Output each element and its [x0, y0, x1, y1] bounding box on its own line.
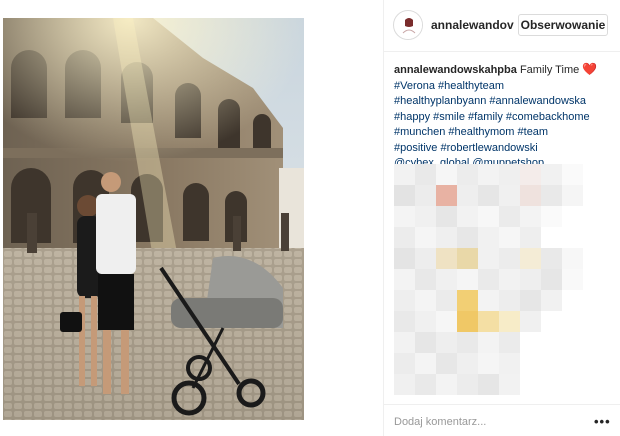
divider: [383, 0, 384, 436]
header-username[interactable]: annalewandov: [431, 18, 514, 32]
hashtag-line[interactable]: #happy #smile #family #comebackhome: [394, 110, 609, 126]
comment-input[interactable]: [394, 416, 574, 428]
following-button[interactable]: Obserwowanie: [518, 14, 608, 36]
blurred-comments: [394, 164, 584, 395]
hashtag-line[interactable]: #positive #robertlewandowski: [394, 141, 609, 157]
profile-avatar-icon[interactable]: [393, 10, 423, 40]
post-caption: annalewandowskahpba Family Time ❤️ #Vero…: [394, 62, 609, 172]
caption-text: Family Time: [519, 64, 580, 76]
hashtag-line[interactable]: #healthyplanbyann #annalewandowska: [394, 94, 609, 110]
photo-illustration: [3, 18, 304, 420]
hashtag-line[interactable]: #munchen #healthymom #team: [394, 125, 609, 141]
pixelated-comments-block: [394, 164, 584, 395]
hashtag-line[interactable]: #Verona #healthyteam: [394, 79, 609, 95]
heart-emoji: ❤️: [582, 62, 598, 76]
caption-author[interactable]: annalewandowskahpba: [394, 64, 517, 76]
more-options-icon[interactable]: •••: [594, 414, 611, 429]
post-photo[interactable]: [3, 18, 304, 420]
post-sidebar: annalewandov Obserwowanie annalewandowsk…: [383, 0, 620, 436]
post-header: annalewandov Obserwowanie: [383, 0, 620, 52]
comment-bar: •••: [383, 404, 620, 436]
